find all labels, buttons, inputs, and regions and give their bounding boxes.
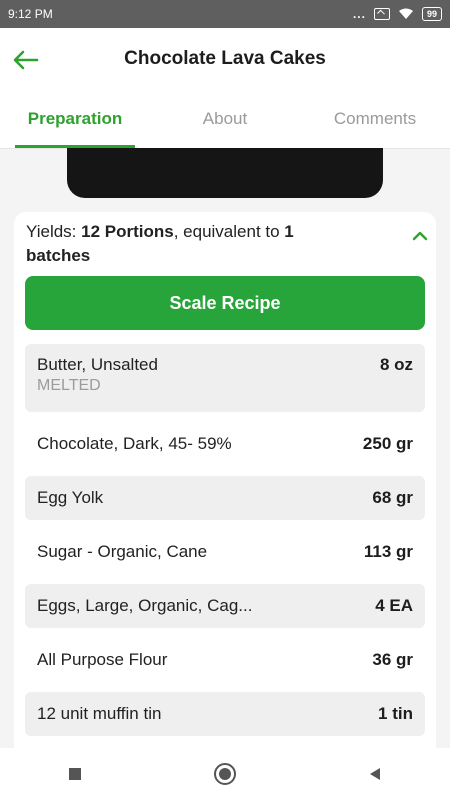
scale-recipe-button[interactable]: Scale Recipe	[25, 276, 425, 330]
tab-label: Preparation	[27, 109, 123, 128]
back-button[interactable]	[12, 46, 40, 74]
yields-portions: 12 Portions	[81, 222, 174, 241]
ingredients-card: Yields: 12 Portions, equivalent to 1 batc…	[14, 212, 436, 772]
ingredient-name: Butter, Unsalted	[37, 355, 158, 374]
ingredient-row[interactable]: Sugar - Organic, Cane 113 gr	[25, 530, 425, 574]
ingredient-name: 12 unit muffin tin	[37, 704, 162, 723]
chevron-up-icon[interactable]	[410, 226, 430, 246]
home-circle-icon	[214, 763, 236, 785]
ingredient-row[interactable]: Butter, Unsalted MELTED 8 oz	[25, 344, 425, 412]
status-icons: ... 99	[353, 7, 442, 21]
notification-dots: ...	[352, 7, 366, 21]
ingredient-list: Butter, Unsalted MELTED 8 oz Chocolate, …	[25, 344, 425, 736]
battery-icon: 99	[421, 7, 442, 21]
sim-icon	[373, 8, 390, 20]
ingredient-qty: 68 gr	[372, 488, 413, 507]
yields-middle: , equivalent to	[173, 222, 285, 241]
status-bar: 9:12 PM ... 99	[0, 0, 450, 28]
system-nav-bar	[0, 748, 450, 800]
tab-preparation[interactable]: Preparation	[0, 90, 150, 148]
tab-label: About	[202, 109, 248, 128]
ingredient-info: Butter, Unsalted MELTED	[37, 355, 158, 395]
tab-bar: Preparation About Comments	[0, 90, 450, 149]
ingredient-qty: 1 tin	[378, 704, 413, 723]
yields-batches-label: batches	[26, 246, 91, 265]
yields-batches-count: 1	[284, 222, 294, 241]
ingredient-qty: 250 gr	[362, 434, 413, 453]
ingredient-row[interactable]: Eggs, Large, Organic, Cag... 4 EA	[25, 584, 425, 628]
ingredient-row[interactable]: Chocolate, Dark, 45- 59% 250 gr	[25, 422, 425, 466]
tab-about[interactable]: About	[150, 90, 300, 148]
app-header: Chocolate Lava Cakes	[0, 28, 450, 90]
status-time: 9:12 PM	[8, 7, 53, 21]
ingredient-name: Chocolate, Dark, 45- 59%	[37, 434, 232, 453]
ingredient-note: MELTED	[37, 377, 101, 394]
yields-prefix: Yields:	[26, 222, 82, 241]
ingredient-row[interactable]: Egg Yolk 68 gr	[25, 476, 425, 520]
recents-button[interactable]	[55, 754, 95, 794]
stop-square-icon	[69, 768, 81, 780]
ingredient-name: All Purpose Flour	[37, 650, 168, 669]
ingredient-name: Egg Yolk	[37, 488, 104, 507]
home-button[interactable]	[205, 754, 245, 794]
arrow-left-icon	[13, 50, 39, 70]
ingredient-qty: 8 oz	[379, 355, 413, 374]
ingredient-name: Eggs, Large, Organic, Cag...	[37, 596, 253, 615]
tab-label: Comments	[333, 109, 417, 128]
yields-text: Yields: 12 Portions, equivalent to 1 batc…	[26, 220, 386, 268]
back-triangle-icon	[370, 768, 380, 780]
ingredient-qty: 36 gr	[372, 650, 413, 669]
scale-recipe-label: Scale Recipe	[169, 292, 281, 313]
back-nav-button[interactable]	[355, 754, 395, 794]
tab-comments[interactable]: Comments	[300, 90, 450, 148]
ingredient-qty: 4 EA	[375, 596, 413, 615]
battery-level: 99	[426, 9, 437, 19]
ingredient-qty: 113 gr	[363, 542, 413, 561]
recipe-image	[67, 148, 383, 198]
ingredient-row[interactable]: All Purpose Flour 36 gr	[25, 638, 425, 682]
wifi-icon	[398, 8, 413, 19]
ingredient-row[interactable]: 12 unit muffin tin 1 tin	[25, 692, 425, 736]
page-title: Chocolate Lava Cakes	[124, 48, 326, 69]
ingredient-name: Sugar - Organic, Cane	[37, 542, 208, 561]
